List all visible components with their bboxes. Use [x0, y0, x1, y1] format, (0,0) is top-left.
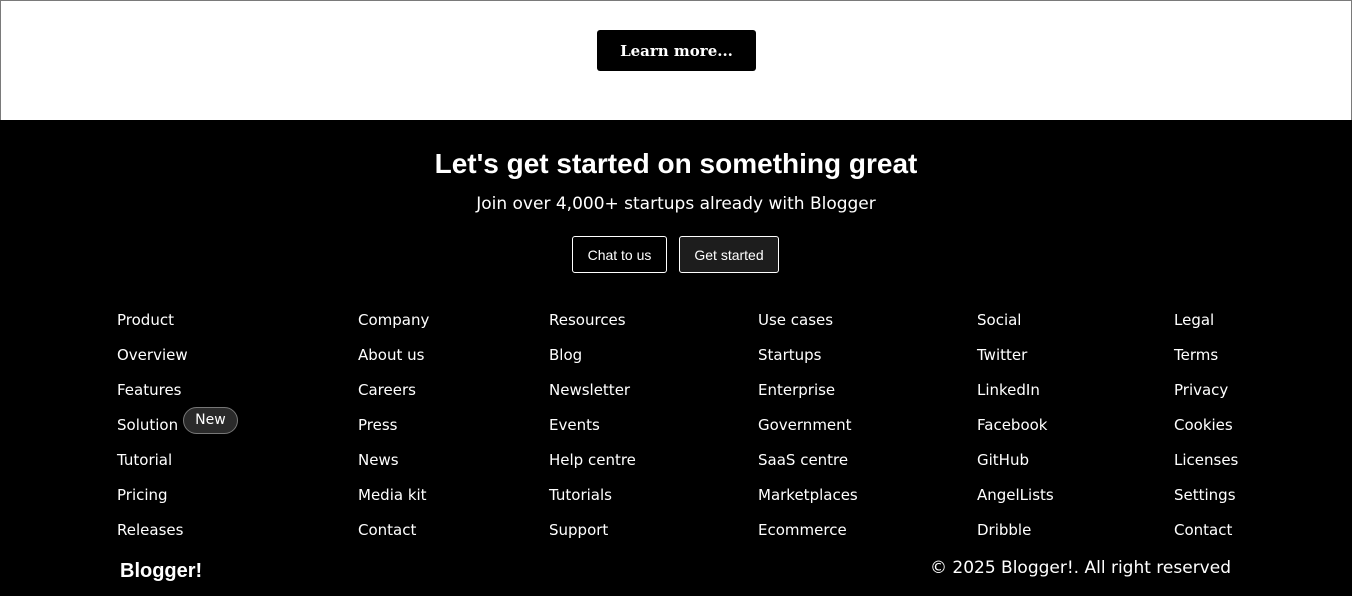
footer-link-privacy[interactable]: Privacy [1174, 380, 1238, 415]
chat-to-us-button[interactable]: Chat to us [572, 236, 667, 273]
footer-link-cookies[interactable]: Cookies [1174, 415, 1238, 450]
footer-link-enterprise[interactable]: Enterprise [758, 380, 858, 415]
new-badge: New [183, 407, 238, 434]
footer-link-dribble[interactable]: Dribble [977, 520, 1054, 555]
footer-link-licenses[interactable]: Licenses [1174, 450, 1238, 485]
footer-link-contact[interactable]: Contact [358, 520, 429, 555]
column-heading: Product [117, 311, 174, 329]
footer-link-angellists[interactable]: AngelLists [977, 485, 1054, 520]
footer-link-solution[interactable]: Solution [117, 415, 178, 435]
footer-link-help-centre[interactable]: Help centre [549, 450, 636, 485]
footer-link-marketplaces[interactable]: Marketplaces [758, 485, 858, 520]
footer-link-startups[interactable]: Startups [758, 345, 858, 380]
column-heading: Social [977, 311, 1022, 329]
cta-headline: Let's get started on something great [434, 148, 918, 179]
footer-column-legal: Legal Terms Privacy Cookies Licenses Set… [1174, 310, 1238, 555]
footer-column-product: Product Overview Features Solution New T… [117, 310, 238, 555]
column-heading: Company [358, 311, 430, 329]
footer-link-facebook[interactable]: Facebook [977, 415, 1054, 450]
footer-link-press[interactable]: Press [358, 415, 429, 450]
footer-column-company: Company About us Careers Press News Medi… [358, 310, 429, 555]
footer-link-tutorial[interactable]: Tutorial [117, 450, 238, 485]
learn-more-section: Learn more... [0, 0, 1352, 120]
footer-link-support[interactable]: Support [549, 520, 636, 555]
footer-column-use-cases: Use cases Startups Enterprise Government… [758, 310, 858, 555]
footer-link-twitter[interactable]: Twitter [977, 345, 1054, 380]
footer-link-saas-centre[interactable]: SaaS centre [758, 450, 858, 485]
footer-link-terms[interactable]: Terms [1174, 345, 1238, 380]
footer-link-government[interactable]: Government [758, 415, 858, 450]
footer: Let's get started on something great Joi… [0, 120, 1352, 596]
footer-link-tutorials[interactable]: Tutorials [549, 485, 636, 520]
column-heading: Use cases [758, 311, 834, 329]
footer-link-blog[interactable]: Blog [549, 345, 636, 380]
column-heading: Legal [1174, 311, 1215, 329]
footer-link-news[interactable]: News [358, 450, 429, 485]
footer-column-resources: Resources Blog Newsletter Events Help ce… [549, 310, 636, 555]
footer-link-ecommerce[interactable]: Ecommerce [758, 520, 858, 555]
footer-brand-logo[interactable]: Blogger! [120, 560, 202, 583]
footer-link-about-us[interactable]: About us [358, 345, 429, 380]
footer-link-overview[interactable]: Overview [117, 345, 238, 380]
column-heading: Resources [549, 311, 626, 329]
get-started-button[interactable]: Get started [679, 236, 779, 273]
footer-column-social: Social Twitter LinkedIn Facebook GitHub … [977, 310, 1054, 555]
footer-link-legal-contact[interactable]: Contact [1174, 520, 1238, 555]
copyright-text: © 2025 Blogger!. All right reserved [929, 558, 1231, 578]
footer-link-settings[interactable]: Settings [1174, 485, 1238, 520]
footer-link-events[interactable]: Events [549, 415, 636, 450]
footer-link-media-kit[interactable]: Media kit [358, 485, 429, 520]
footer-link-linkedin[interactable]: LinkedIn [977, 380, 1054, 415]
footer-link-newsletter[interactable]: Newsletter [549, 380, 636, 415]
footer-link-releases[interactable]: Releases [117, 520, 238, 555]
footer-link-github[interactable]: GitHub [977, 450, 1054, 485]
footer-link-careers[interactable]: Careers [358, 380, 429, 415]
cta-subheading: Join over 4,000+ startups already with B… [476, 194, 876, 214]
footer-link-pricing[interactable]: Pricing [117, 485, 238, 520]
footer-item-solution: Solution New [117, 407, 238, 450]
learn-more-button[interactable]: Learn more... [597, 30, 756, 71]
